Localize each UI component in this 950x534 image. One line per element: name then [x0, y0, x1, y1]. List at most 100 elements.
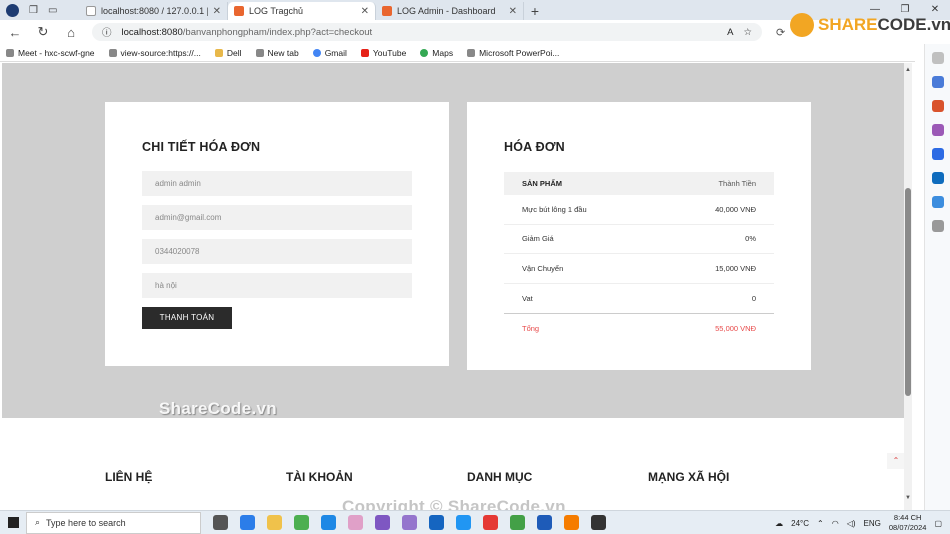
invoice-row: Vận Chuyển 15,000 VNĐ [504, 254, 774, 284]
billing-details-title: CHI TIẾT HÓA ĐƠN [142, 140, 261, 154]
workspaces-icon[interactable]: ❒ [29, 5, 38, 16]
volume-icon[interactable]: ◁) [847, 519, 856, 528]
tab-home[interactable]: LOG Tragchủ ✕ [228, 2, 376, 20]
close-tab-icon[interactable]: ✕ [509, 6, 517, 17]
back-icon[interactable]: ← [8, 25, 22, 40]
xampp-icon[interactable] [564, 515, 579, 530]
footer-heading-contact: LIÊN HỆ [105, 470, 153, 484]
tab-phpmyadmin[interactable]: localhost:8080 / 127.0.0.1 | phpM ✕ [80, 2, 228, 20]
system-tray: ☁ 24°C ⌃ ◠ ◁) ENG 8:44 CH 08/07/2024 ▢ [775, 511, 950, 534]
invoice-row: Vat 0 [504, 284, 774, 314]
edge-sidebar [924, 44, 950, 510]
powerpoint-icon [467, 48, 476, 57]
new-tab-button[interactable]: + [524, 2, 546, 20]
invoice-row: Mực bút lông 1 đầu 40,000 VNĐ [504, 195, 774, 225]
start-button[interactable] [0, 511, 26, 534]
weather-icon[interactable]: ☁ [775, 519, 783, 528]
task-view-icon[interactable] [213, 515, 228, 530]
row-value: 15,000 VNĐ [715, 263, 756, 273]
obs-icon[interactable] [591, 515, 606, 530]
windows-icon [7, 517, 19, 528]
add-icon[interactable] [931, 220, 944, 232]
tag-icon[interactable] [931, 76, 944, 88]
invoice-card: HÓA ĐƠN SẢN PHẨM Thành Tiền Mực bút lông… [467, 102, 811, 370]
app-icon[interactable] [402, 515, 417, 530]
phpmyadmin-favicon-icon [86, 6, 96, 16]
site-favicon-icon [382, 6, 392, 16]
home-icon[interactable]: ⌂ [64, 25, 78, 40]
meet-icon [6, 48, 14, 57]
url-text: localhost:8080/banvanphongpham/index.php… [121, 26, 373, 38]
row-label: Giảm Giá [522, 234, 554, 244]
tab-title: LOG Admin - Dashboard [397, 6, 496, 16]
bookmark-youtube[interactable]: YouTube [360, 48, 406, 58]
toolbox-icon[interactable] [931, 100, 944, 112]
bookmark-maps[interactable]: Maps [420, 48, 453, 58]
chrome-icon[interactable] [294, 515, 309, 530]
new-tab-icon [255, 48, 264, 57]
tab-actions-icon[interactable]: ▭ [48, 5, 57, 16]
row-value: 0% [745, 234, 756, 244]
taskbar-search[interactable]: ⌕ Type here to search [26, 511, 201, 534]
bookmark-view-source[interactable]: view-source:https://... [108, 48, 201, 58]
search-icon[interactable] [931, 52, 944, 64]
refresh-icon[interactable]: ↻ [36, 24, 50, 40]
microsoft365-icon[interactable] [931, 148, 944, 160]
favorite-star-icon[interactable]: ☆ [743, 27, 752, 38]
footer-heading-account: TÀI KHOẢN [286, 470, 353, 484]
scroll-down-icon[interactable]: ▼ [904, 495, 912, 501]
wifi-icon[interactable]: ◠ [832, 519, 839, 528]
name-field[interactable]: admin admin [142, 171, 412, 196]
bookmark-gmail[interactable]: Gmail [312, 48, 347, 58]
sharecode-logo: SHARECODE.vn [790, 10, 950, 40]
scrollbar-thumb[interactable] [905, 188, 911, 396]
info-icon[interactable]: ⓘ [102, 25, 112, 39]
amount-column-header: Thành Tiền [718, 179, 756, 188]
close-tab-icon[interactable]: ✕ [361, 6, 369, 17]
bookmark-dell[interactable]: Dell [214, 48, 242, 58]
clock[interactable]: 8:44 CH 08/07/2024 [889, 513, 927, 533]
word-icon[interactable] [537, 515, 552, 530]
watermark-copyright: Copyright © ShareCode.vn [342, 497, 566, 510]
chrome-profile-icon[interactable] [510, 515, 525, 530]
row-label: Vận Chuyển [522, 263, 564, 273]
footer-heading-social: MẠNG XÃ HỘI [648, 470, 730, 484]
chrome-profile-icon[interactable] [483, 515, 498, 530]
row-value: 40,000 VNĐ [715, 204, 756, 214]
url-field[interactable]: ⓘ localhost:8080/banvanphongpham/index.p… [92, 23, 762, 41]
visual-studio-icon[interactable] [375, 515, 390, 530]
profile-icon[interactable] [6, 3, 19, 17]
phone-field[interactable]: 0344020078 [142, 239, 412, 264]
billing-details-card: CHI TIẾT HÓA ĐƠN admin admin admin@gmail… [105, 102, 449, 366]
sharecode-logo-mark-icon [790, 13, 814, 37]
tab-admin-dashboard[interactable]: LOG Admin - Dashboard ✕ [376, 2, 524, 20]
ssms-icon[interactable] [429, 515, 444, 530]
weather-temp[interactable]: 24°C [791, 519, 809, 528]
close-tab-icon[interactable]: ✕ [213, 6, 221, 17]
bookmark-meet[interactable]: Meet - hxc-scwf-gne [6, 48, 95, 58]
vscode-icon[interactable] [456, 515, 471, 530]
scroll-up-icon[interactable]: ▲ [904, 67, 912, 73]
tab-strip-leading-icons: ❒ ▭ [0, 0, 80, 20]
extensions-icon[interactable]: ⟳ [776, 26, 785, 39]
games-icon[interactable] [931, 124, 944, 136]
zalo-icon[interactable] [321, 515, 336, 530]
show-hidden-icons-icon[interactable]: ⌃ [817, 519, 824, 528]
email-field[interactable]: admin@gmail.com [142, 205, 412, 230]
language-indicator[interactable]: ENG [864, 519, 881, 528]
total-label: Tổng [522, 323, 540, 333]
bookmark-powerpoint[interactable]: Microsoft PowerPoi... [467, 48, 559, 58]
back-to-top-button[interactable]: ⌃ [887, 453, 905, 469]
drop-icon[interactable] [931, 196, 944, 208]
outlook-icon[interactable] [931, 172, 944, 184]
pay-button[interactable]: THANH TOÁN [142, 307, 232, 329]
bookmark-new-tab[interactable]: New tab [255, 48, 299, 58]
file-explorer-icon[interactable] [267, 515, 282, 530]
app-icon[interactable] [348, 515, 363, 530]
notifications-icon[interactable]: ▢ [934, 519, 942, 528]
read-aloud-icon[interactable]: A [727, 27, 733, 38]
edge-icon[interactable] [240, 515, 255, 530]
tab-title: LOG Tragchủ [249, 6, 304, 16]
address-field[interactable]: hà nội [142, 273, 412, 298]
row-label: Vat [522, 293, 533, 303]
